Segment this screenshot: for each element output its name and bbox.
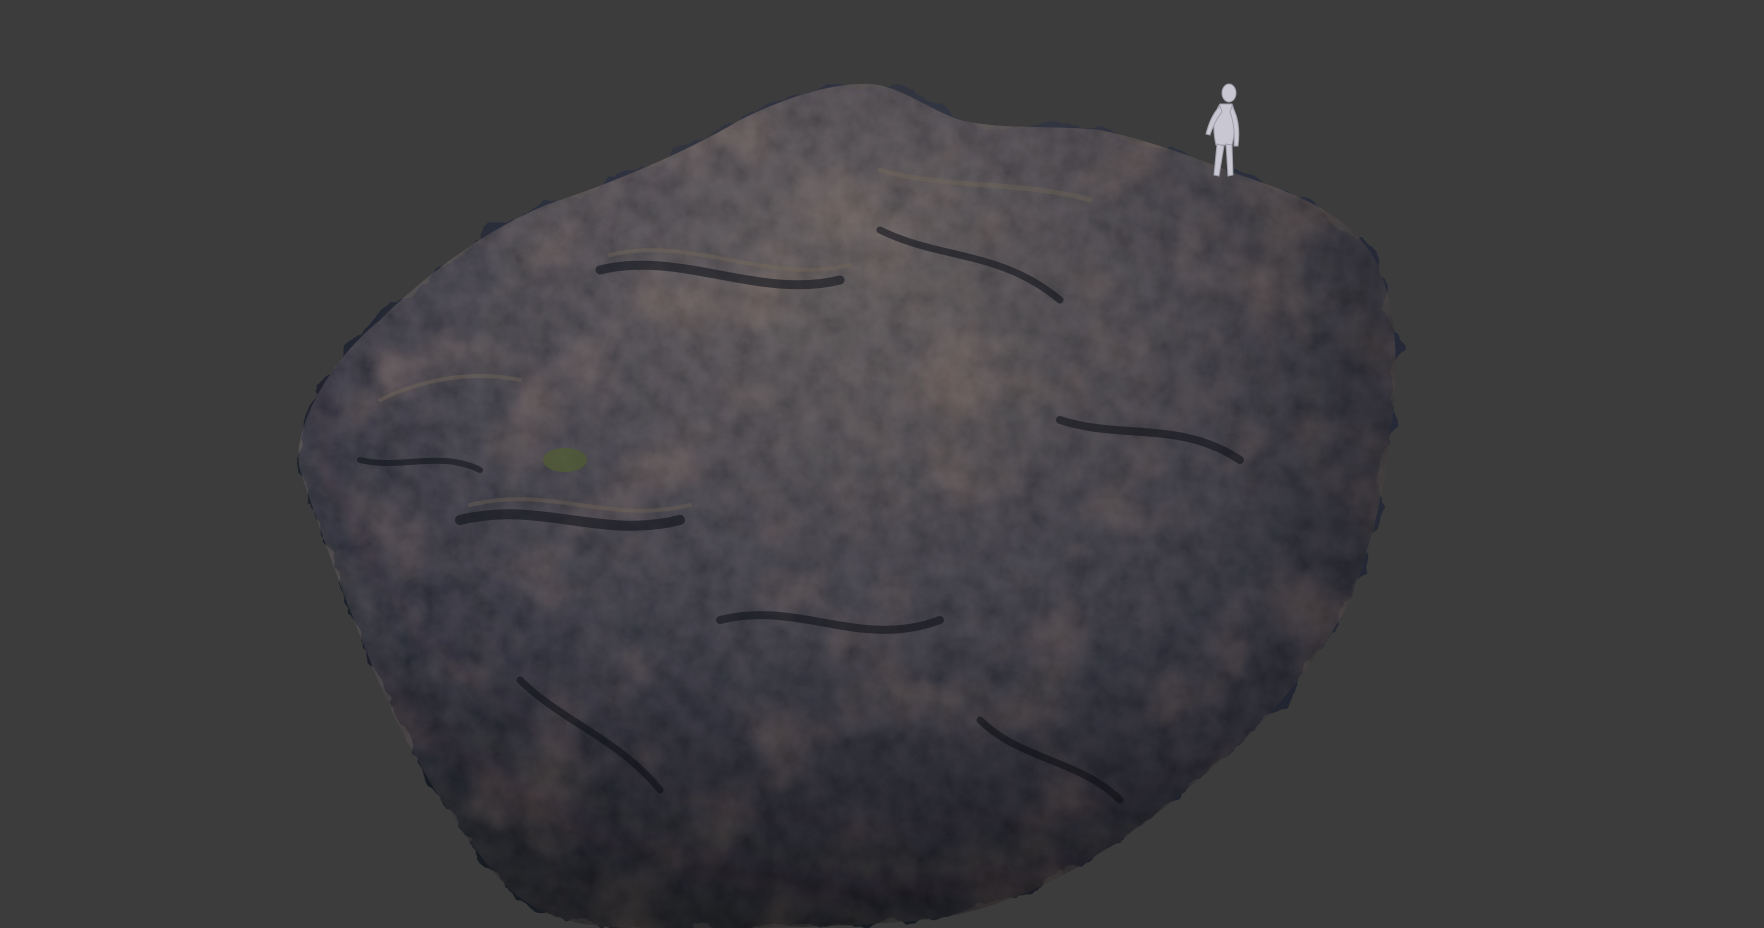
3d-viewport[interactable] xyxy=(0,0,1764,928)
rock-boulder[interactable] xyxy=(250,60,1450,928)
scene-render[interactable] xyxy=(0,0,1764,928)
mannequin-head xyxy=(1221,83,1237,103)
human-scale-mannequin[interactable] xyxy=(1205,83,1240,177)
